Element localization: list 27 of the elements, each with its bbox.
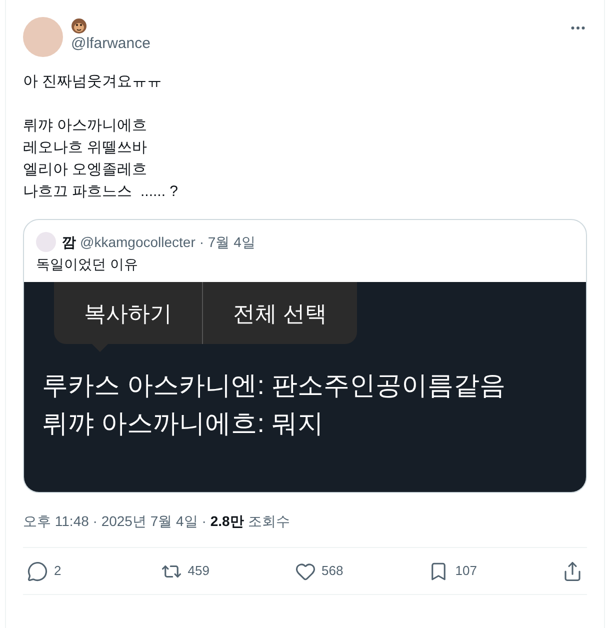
share-icon[interactable] xyxy=(562,560,583,582)
menu-item[interactable]: 전체 선택 xyxy=(202,282,358,344)
quoted-date: · 7월 4일 xyxy=(199,233,256,252)
tweet-text-line: 엘리아 오엥졸레흐 xyxy=(23,160,148,180)
tweet-text-line: 레오나흐 위뗄쓰바 xyxy=(23,138,148,158)
quoted-avatar xyxy=(36,232,56,252)
screenshot-text-line: 뤼꺄 아스까니에흐: 뭐지 xyxy=(42,407,325,440)
quoted-tweet-card[interactable]: 깜 @kkamgocollecter · 7월 4일 독일이었던 이유 복사하기 전체 선택 루카스 아스카니엔: 판소주인공이름같음 뤼꺄 아스까니에흐: 뭐지 xyxy=(23,219,587,493)
screenshot-text-line: 루카스 아스카니엔: 판소주인공이름같음 xyxy=(42,369,507,402)
action-count: 459 xyxy=(188,562,210,580)
like-icon[interactable] xyxy=(294,560,316,582)
action-count: 568 xyxy=(322,562,344,580)
action-count: 107 xyxy=(455,562,477,580)
reply-icon[interactable] xyxy=(27,560,48,582)
tweet-text-line: 뤼꺄 아스까니에흐 xyxy=(23,116,148,136)
quoted-display-name: 깜 xyxy=(62,233,76,252)
quoted-text: 독일이었던 이유 xyxy=(36,255,139,274)
timestamp[interactable]: 오후 11:48 · 2025년 7월 4일 · xyxy=(23,511,206,531)
user-handle[interactable]: @lfarwance xyxy=(71,34,150,54)
quoted-handle: @kkamgocollecter xyxy=(80,233,196,252)
action-count: 2 xyxy=(54,562,62,580)
views-label: 조회수 xyxy=(248,512,290,531)
tweet-text-line: 아 진짜넘웃겨요ㅠㅠ xyxy=(23,72,164,92)
monkey-face-icon xyxy=(71,18,87,34)
menu-item[interactable]: 복사하기 xyxy=(54,282,202,344)
tweet-text-line: 나흐끄 파흐느스 ...... ? xyxy=(23,182,180,202)
view-count: 2.8만 xyxy=(210,512,244,531)
